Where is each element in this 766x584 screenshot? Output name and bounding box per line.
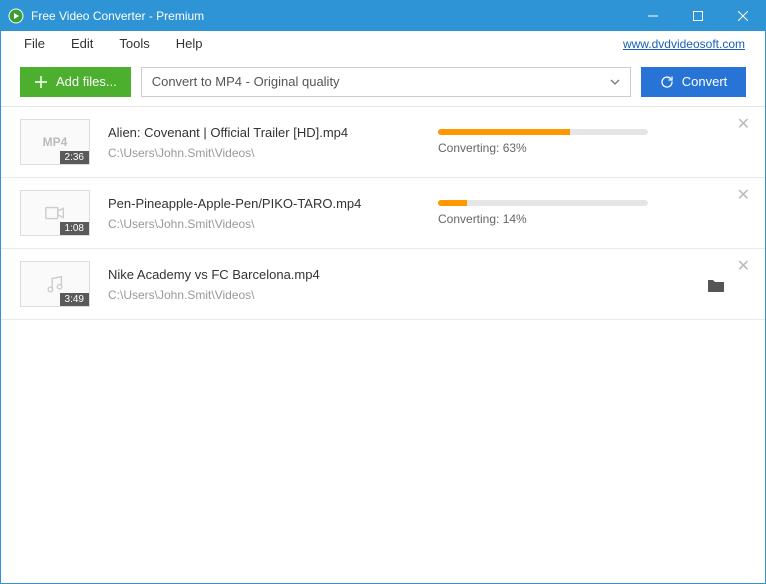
file-list: MP4 2:36 Alien: Covenant | Official Trai…	[1, 107, 765, 320]
toolbar: Add files... Convert to MP4 - Original q…	[1, 57, 765, 107]
menu-file[interactable]: File	[11, 33, 58, 54]
thumbnail: MP4 2:36	[20, 119, 90, 165]
maximize-button[interactable]	[675, 1, 720, 31]
convert-button[interactable]: Convert	[641, 67, 746, 97]
add-files-button[interactable]: Add files...	[20, 67, 131, 97]
video-icon	[44, 202, 66, 224]
menu-edit[interactable]: Edit	[58, 33, 106, 54]
progress-bar	[438, 200, 648, 206]
file-name: Alien: Covenant | Official Trailer [HD].…	[108, 125, 438, 140]
file-path: C:\Users\John.Smit\Videos\	[108, 217, 438, 231]
file-name: Nike Academy vs FC Barcelona.mp4	[108, 267, 438, 282]
minimize-button[interactable]	[630, 1, 675, 31]
progress-area: Converting: 14%	[438, 200, 746, 226]
plus-icon	[34, 75, 48, 89]
window-controls	[630, 1, 765, 31]
file-row: 3:49 Nike Academy vs FC Barcelona.mp4 C:…	[1, 249, 765, 320]
file-path: C:\Users\John.Smit\Videos\	[108, 146, 438, 160]
remove-file-button[interactable]: ✕	[737, 188, 750, 204]
thumb-label: MP4	[43, 135, 68, 149]
format-dropdown[interactable]: Convert to MP4 - Original quality	[141, 67, 631, 97]
window-title: Free Video Converter - Premium	[31, 9, 630, 23]
music-icon	[44, 273, 66, 295]
progress-text: Converting: 14%	[438, 212, 746, 226]
file-path: C:\Users\John.Smit\Videos\	[108, 288, 438, 302]
duration-badge: 1:08	[60, 222, 89, 235]
file-row: 1:08 Pen-Pineapple-Apple-Pen/PIKO-TARO.m…	[1, 178, 765, 249]
menu-tools[interactable]: Tools	[106, 33, 162, 54]
convert-label: Convert	[682, 74, 728, 89]
thumbnail: 1:08	[20, 190, 90, 236]
remove-file-button[interactable]: ✕	[737, 117, 750, 133]
remove-file-button[interactable]: ✕	[737, 259, 750, 275]
file-info: Pen-Pineapple-Apple-Pen/PIKO-TARO.mp4 C:…	[108, 196, 438, 231]
thumbnail: 3:49	[20, 261, 90, 307]
close-button[interactable]	[720, 1, 765, 31]
website-link[interactable]: www.dvdvideosoft.com	[623, 37, 755, 51]
menu-help[interactable]: Help	[163, 33, 216, 54]
titlebar: Free Video Converter - Premium	[1, 1, 765, 31]
app-icon	[8, 8, 24, 24]
file-row: MP4 2:36 Alien: Covenant | Official Trai…	[1, 107, 765, 178]
progress-area: Converting: 63%	[438, 129, 746, 155]
add-files-label: Add files...	[56, 74, 117, 89]
format-label: Convert to MP4 - Original quality	[152, 74, 340, 89]
file-info: Alien: Covenant | Official Trailer [HD].…	[108, 125, 438, 160]
duration-badge: 2:36	[60, 151, 89, 164]
progress-text: Converting: 63%	[438, 141, 746, 155]
duration-badge: 3:49	[60, 293, 89, 306]
file-info: Nike Academy vs FC Barcelona.mp4 C:\User…	[108, 267, 438, 302]
menubar: File Edit Tools Help www.dvdvideosoft.co…	[1, 31, 765, 57]
file-name: Pen-Pineapple-Apple-Pen/PIKO-TARO.mp4	[108, 196, 438, 211]
progress-bar	[438, 129, 648, 135]
chevron-down-icon	[610, 79, 620, 85]
refresh-icon	[660, 75, 674, 89]
open-folder-button[interactable]	[707, 277, 725, 297]
